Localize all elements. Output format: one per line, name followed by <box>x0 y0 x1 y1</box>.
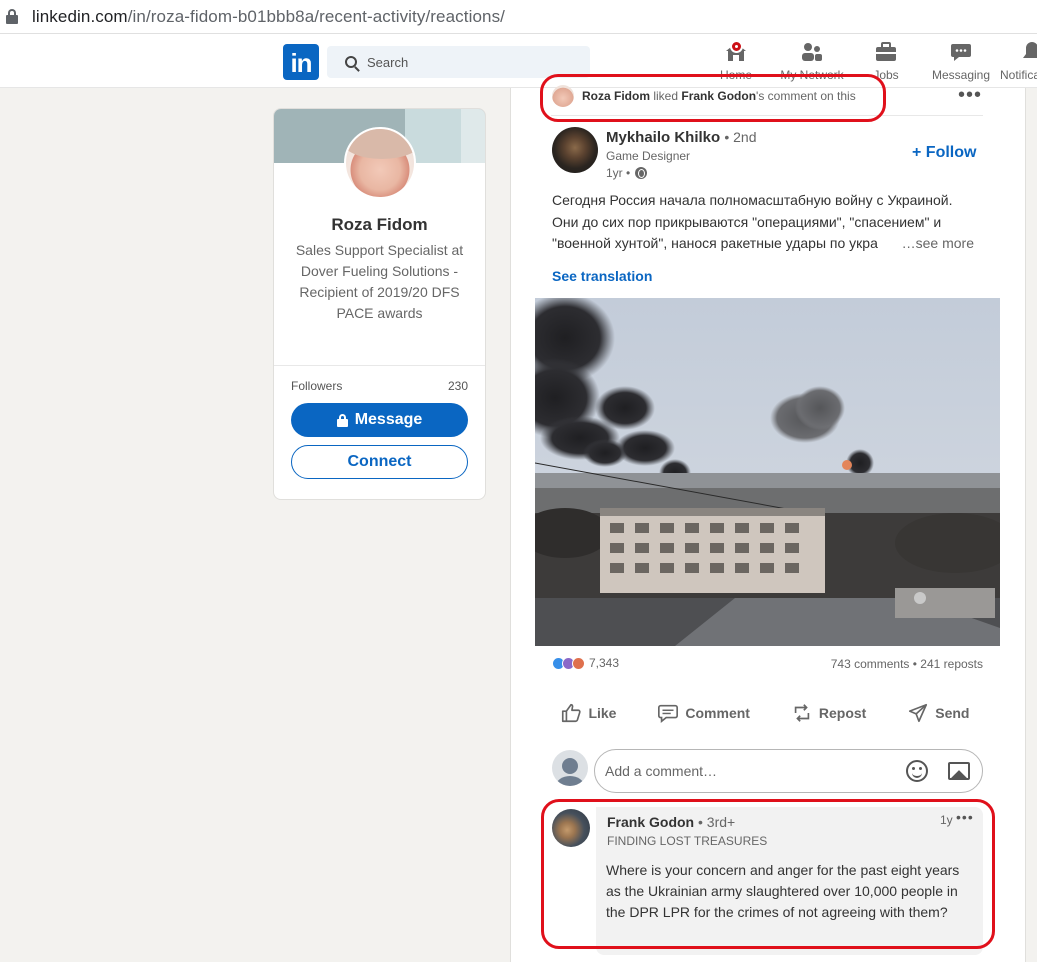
followers-count: 230 <box>447 379 468 393</box>
post-text-line: Они до сих пор прикрываются "операциями"… <box>552 213 942 230</box>
divider <box>274 365 485 366</box>
post-author-title: Game Designer <box>606 149 691 163</box>
connection-degree: • 2nd <box>724 129 757 145</box>
repost-button[interactable]: Repost <box>791 697 866 729</box>
send-icon <box>909 703 928 723</box>
profile-headline: Sales Support Specialist at Dover Fuelin… <box>295 242 464 321</box>
followers-label: Followers <box>291 379 343 393</box>
post-time: 1yr • <box>606 166 648 180</box>
globe-icon <box>635 167 648 179</box>
follow-button[interactable]: + Follow <box>912 144 976 162</box>
annotation-highlight-comment <box>541 799 995 949</box>
message-button-label: Message <box>354 411 423 428</box>
post-time-text: 1yr • <box>606 166 631 180</box>
post-text: Сегодня Россия начала полномасштабную во… <box>552 190 984 255</box>
post-image-graphic <box>535 298 1000 646</box>
briefcase-icon <box>876 42 896 61</box>
comment-button[interactable]: Comment <box>657 697 750 729</box>
send-button[interactable]: Send <box>907 697 969 729</box>
thumbs-up-icon <box>562 703 582 723</box>
like-label: Like <box>588 705 617 721</box>
nav-messaging[interactable]: Messaging <box>928 40 994 86</box>
image-icon[interactable] <box>948 762 970 780</box>
follow-label: Follow <box>925 144 977 161</box>
comment-icon <box>658 704 679 723</box>
network-icon <box>802 43 822 61</box>
post-author[interactable]: Mykhailo Khilko • 2nd <box>606 129 757 146</box>
avatar[interactable] <box>344 127 416 199</box>
profile-card: Roza Fidom Sales Support Specialist at D… <box>273 108 486 500</box>
url-text[interactable]: linkedin.com/in/roza-fidom-b01bbb8a/rece… <box>32 7 505 27</box>
reactions-summary[interactable]: 7,343 <box>552 656 619 670</box>
message-button[interactable]: Message <box>291 403 468 437</box>
lock-icon <box>336 413 348 427</box>
search-input[interactable]: Search <box>327 46 590 78</box>
post-author-name[interactable]: Mykhailo Khilko <box>606 129 720 146</box>
post-text-line: "военной хунтой", нанося ракетные удары … <box>552 235 878 251</box>
love-reaction-icon <box>572 656 585 670</box>
post-actions: Like Comment Repost Send <box>540 697 990 729</box>
search-icon <box>345 56 357 68</box>
avatar[interactable] <box>552 127 598 173</box>
comments-reposts-count[interactable]: 743 comments • 241 reposts <box>831 657 983 671</box>
send-label: Send <box>935 705 970 721</box>
more-options-icon[interactable]: ••• <box>958 85 982 105</box>
reactions-count: 7,343 <box>589 656 620 670</box>
repost-label: Repost <box>818 705 867 721</box>
connect-button[interactable]: Connect <box>291 445 468 479</box>
annotation-highlight-activity <box>540 74 886 122</box>
messaging-icon <box>951 44 971 61</box>
bell-icon <box>1023 42 1037 58</box>
linkedin-logo[interactable]: in <box>283 44 319 80</box>
repost-icon <box>794 704 810 722</box>
comment-label: Comment <box>685 705 750 721</box>
search-placeholder: Search <box>367 54 409 70</box>
nav-notifications-label: Notifications <box>1000 68 1037 82</box>
see-translation-link[interactable]: See translation <box>552 268 652 284</box>
like-button[interactable]: Like <box>560 697 616 729</box>
emoji-icon[interactable] <box>906 760 928 782</box>
browser-url-bar[interactable]: linkedin.com/in/roza-fidom-b01bbb8a/rece… <box>0 0 1037 34</box>
profile-name[interactable]: Roza Fidom <box>274 215 485 235</box>
nav-notifications[interactable]: Notifications <box>1000 40 1037 86</box>
post-image[interactable] <box>535 298 1000 646</box>
post-text-line: Сегодня Россия начала полномасштабную во… <box>552 192 953 208</box>
followers-row: Followers 230 <box>291 379 468 393</box>
nav-messaging-label: Messaging <box>931 68 991 82</box>
avatar[interactable] <box>552 750 588 786</box>
lock-icon <box>6 8 20 25</box>
see-more-link[interactable]: …see more <box>895 233 974 255</box>
notification-badge <box>730 40 743 53</box>
